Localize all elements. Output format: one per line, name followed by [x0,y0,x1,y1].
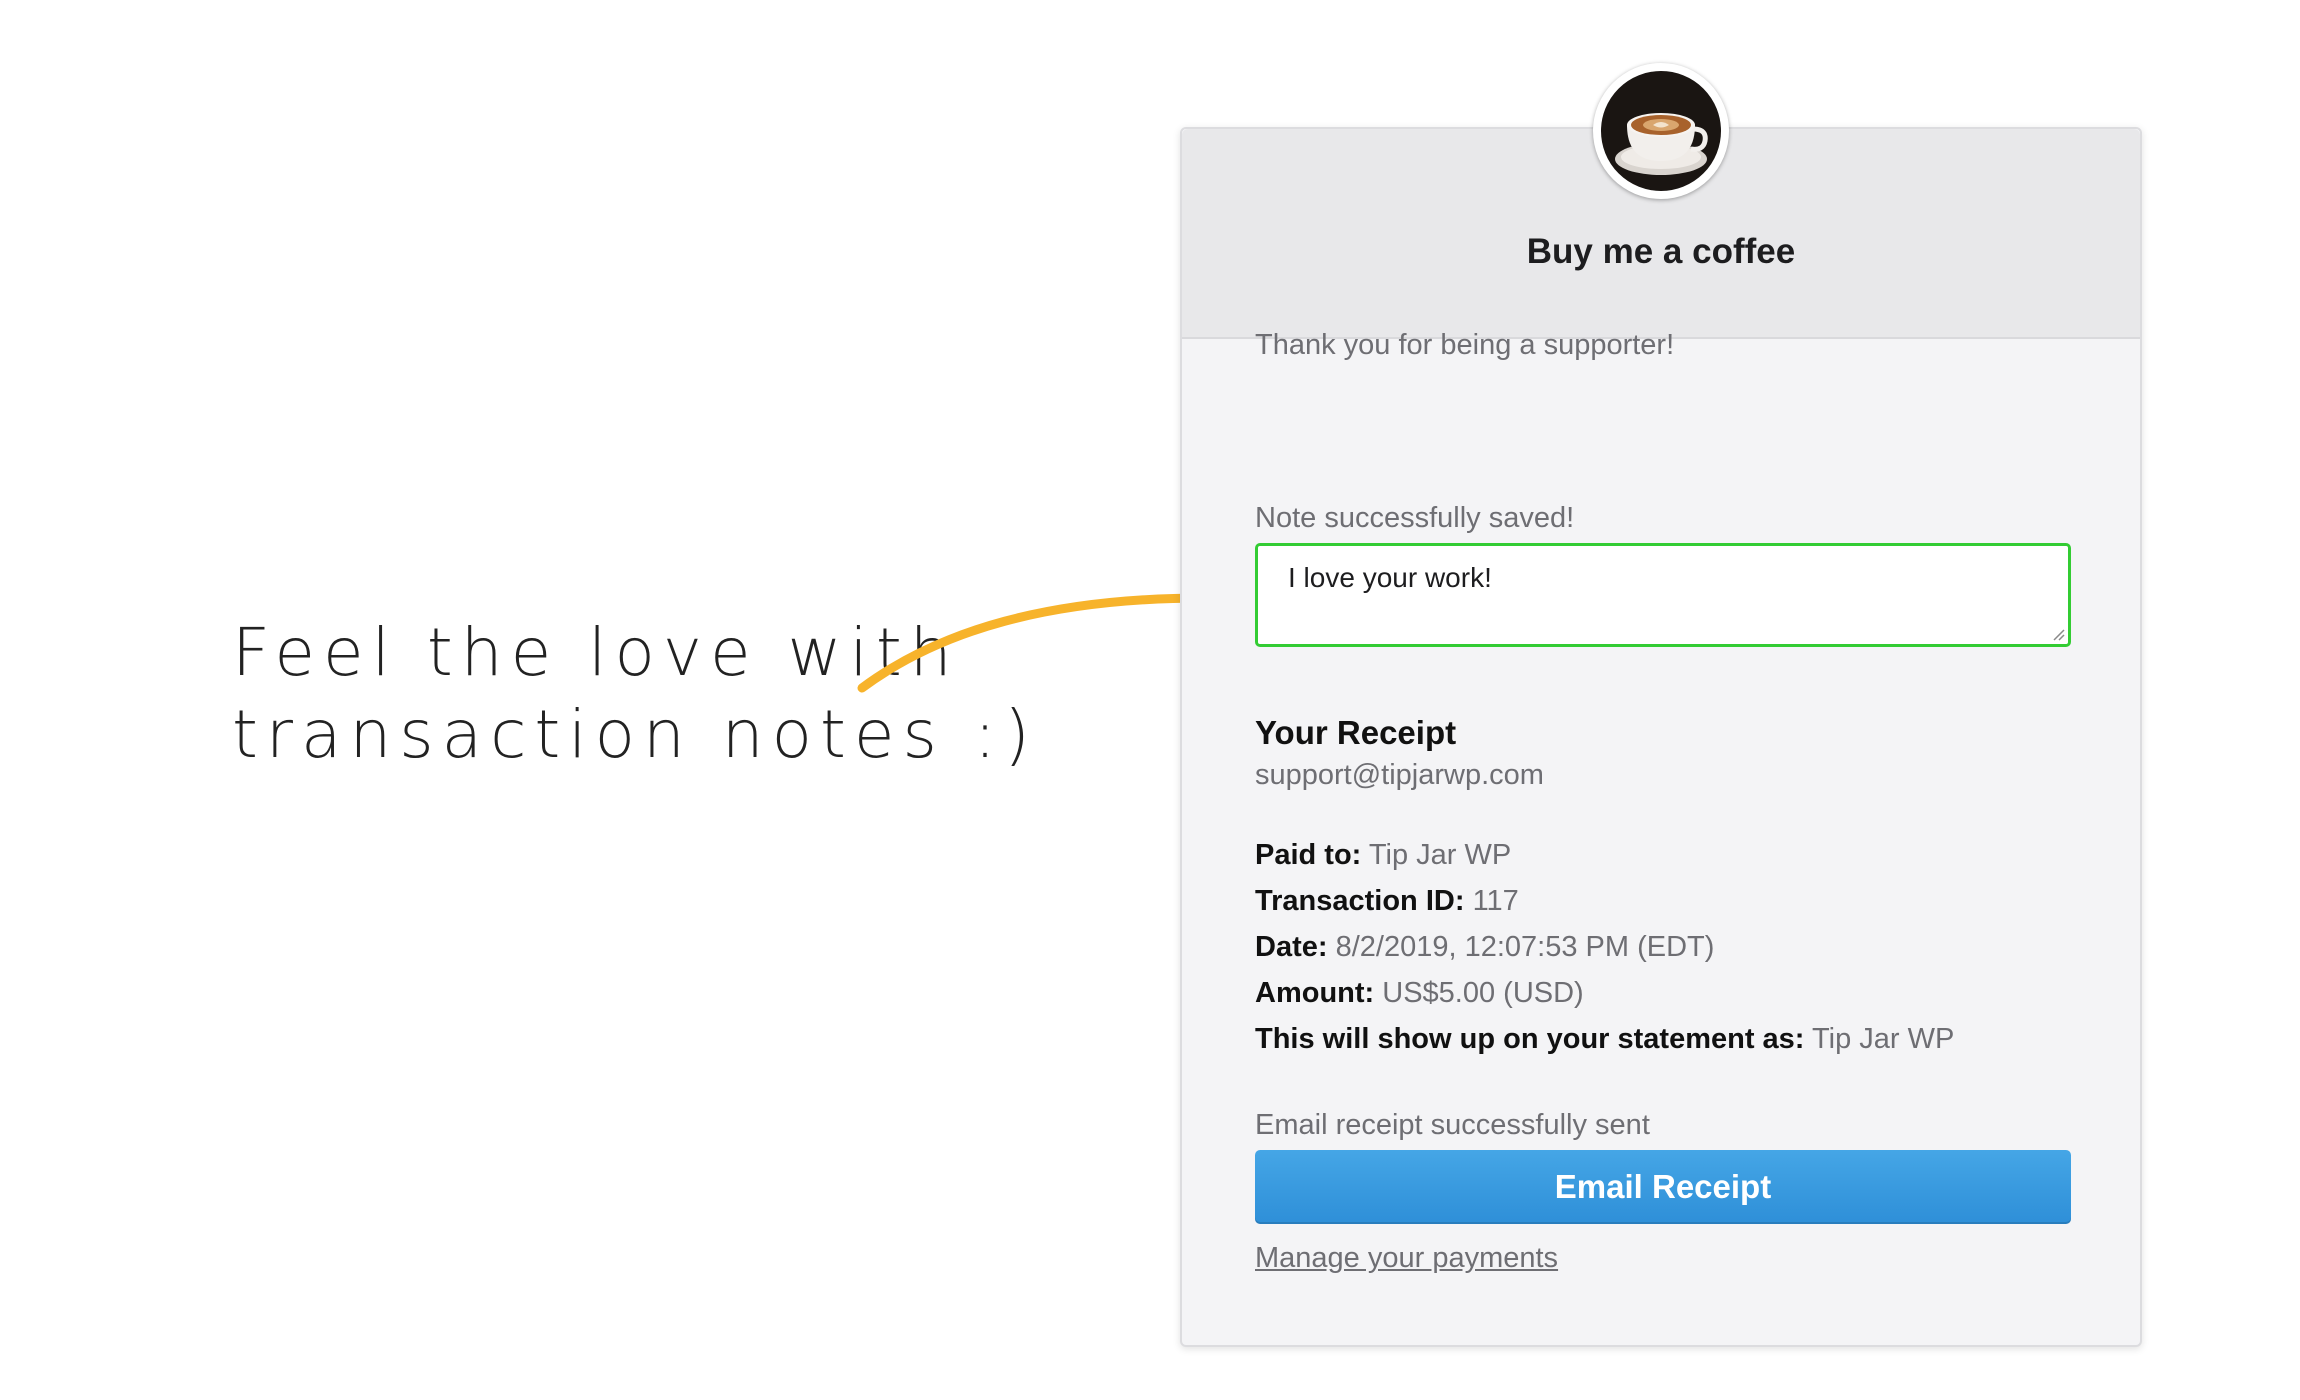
receipt-value: Tip Jar WP [1368,839,1512,871]
receipt-label: This will show up on your statement as: [1255,1023,1805,1055]
card-header: Buy me a coffee [1182,63,2140,339]
note-textarea[interactable]: I love your work! [1255,543,2071,647]
receipt-value: US$5.00 (USD) [1382,977,1584,1009]
email-status: Email receipt successfully sent [1255,1109,1650,1141]
receipt-line-statement: This will show up on your statement as: … [1255,1016,1954,1062]
page: Feel the love with transaction notes :) [0,0,2300,1400]
receipt-label: Date: [1255,931,1328,963]
receipt-title: Your Receipt [1255,714,1457,751]
receipt-line-amount: Amount: US$5.00 (USD) [1255,970,1954,1016]
receipt-email: support@tipjarwp.com [1255,759,1544,791]
receipt-line-transaction-id: Transaction ID: 117 [1255,878,1954,924]
receipt-line-date: Date: 8/2/2019, 12:07:53 PM (EDT) [1255,924,1954,970]
thanks-message: Thank you for being a supporter! [1255,329,1675,361]
receipt-label: Paid to: [1255,839,1362,871]
email-receipt-button[interactable]: Email Receipt [1255,1150,2071,1224]
note-text: I love your work! [1288,562,1492,593]
coffee-avatar [1593,63,1729,199]
receipt-label: Transaction ID: [1255,885,1465,917]
receipt-value: Tip Jar WP [1812,1023,1955,1055]
receipt-label: Amount: [1255,977,1375,1009]
tip-card: Buy me a coffee Thank you for being a su… [1180,63,2142,1347]
note-status: Note successfully saved! [1255,502,1575,534]
coffee-cup-icon [1597,67,1725,195]
card-title: Buy me a coffee [1526,232,1796,271]
receipt-line-paid-to: Paid to: Tip Jar WP [1255,832,1954,878]
resize-grip-icon[interactable] [2051,627,2065,641]
annotation-line-2: transaction notes :) [232,696,1038,773]
receipt-value: 8/2/2019, 12:07:53 PM (EDT) [1335,931,1715,963]
receipt-value: 117 [1472,885,1519,917]
receipt-details: Paid to: Tip Jar WP Transaction ID: 117 … [1255,832,1954,1062]
manage-payments-link[interactable]: Manage your payments [1255,1242,1558,1275]
